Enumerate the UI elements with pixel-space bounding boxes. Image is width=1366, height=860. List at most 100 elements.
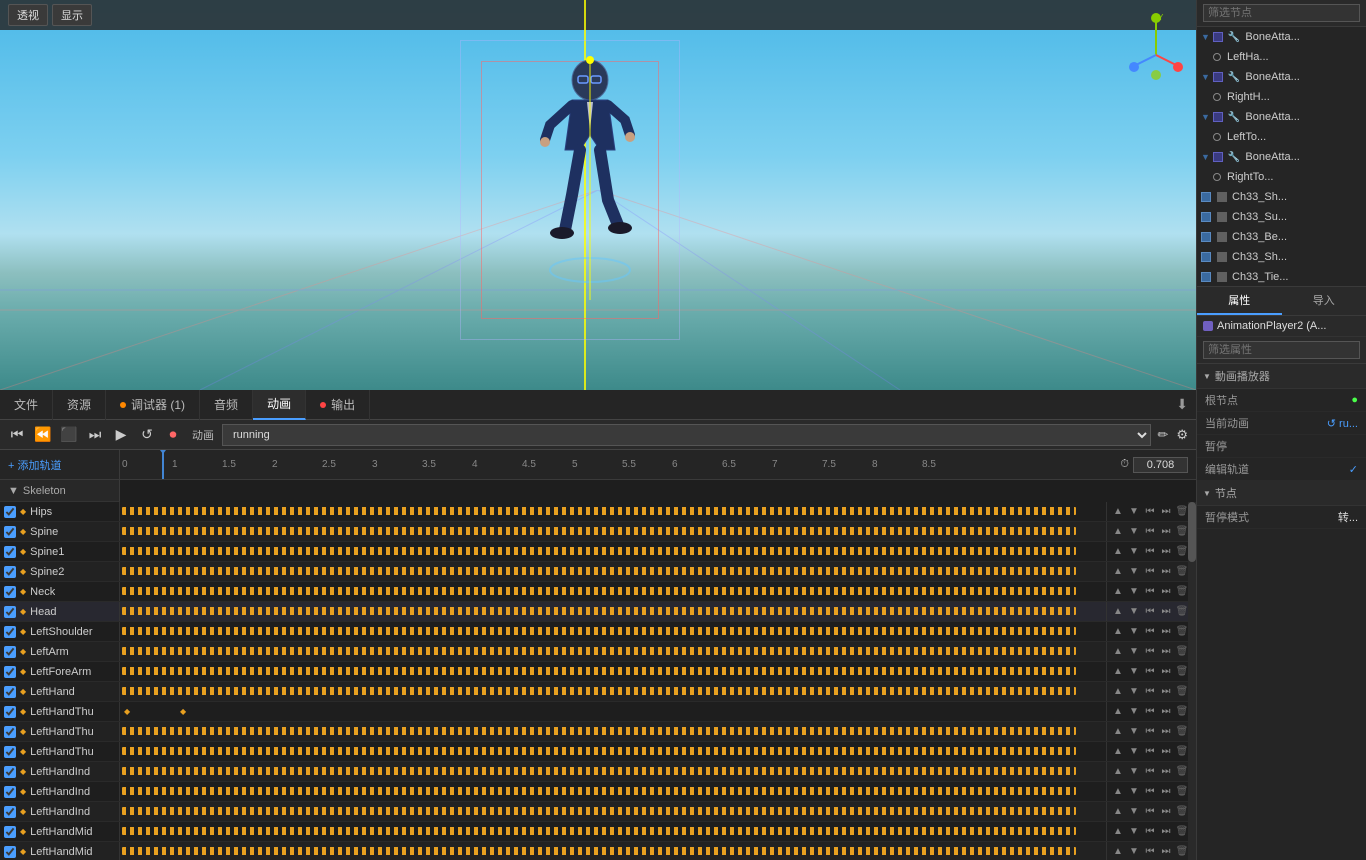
track-up-btn[interactable]: ▲ [1111,605,1125,619]
track-keyframes[interactable] [120,742,1106,761]
track-prev-key-btn[interactable]: ⏮ [1143,845,1157,859]
track-keyframes[interactable] [120,662,1106,681]
track-keyframes[interactable] [120,582,1106,601]
view-mode-button[interactable]: 透视 [8,4,48,26]
tab-animation[interactable]: 动画 [253,390,306,420]
play-button[interactable]: ▶ [110,424,132,446]
track-delete-btn[interactable]: 🗑 [1175,705,1189,719]
track-prev-key-btn[interactable]: ⏮ [1143,505,1157,519]
track-up-btn[interactable]: ▲ [1111,625,1125,639]
track-down-btn[interactable]: ▼ [1127,705,1141,719]
track-delete-btn[interactable]: 🗑 [1175,845,1189,859]
tree-item-boneatta-4[interactable]: ▼ 🔧 BoneAtta... [1197,147,1366,167]
track-up-btn[interactable]: ▲ [1111,705,1125,719]
track-checkbox[interactable] [4,826,16,838]
track-up-btn[interactable]: ▲ [1111,545,1125,559]
track-checkbox[interactable] [4,766,16,778]
playhead[interactable] [162,450,164,479]
track-next-key-btn[interactable]: ⏭ [1159,605,1173,619]
track-prev-key-btn[interactable]: ⏮ [1143,645,1157,659]
tab-audio[interactable]: 音频 [200,390,253,420]
track-checkbox[interactable] [4,806,16,818]
track-down-btn[interactable]: ▼ [1127,605,1141,619]
track-down-btn[interactable]: ▼ [1127,725,1141,739]
track-checkbox[interactable] [4,546,16,558]
track-next-key-btn[interactable]: ⏭ [1159,585,1173,599]
track-checkbox[interactable] [4,586,16,598]
track-checkbox[interactable] [4,626,16,638]
track-delete-btn[interactable]: 🗑 [1175,825,1189,839]
track-prev-key-btn[interactable]: ⏮ [1143,765,1157,779]
tree-item-leftha[interactable]: LeftHa... [1197,47,1366,67]
track-next-key-btn[interactable]: ⏭ [1159,545,1173,559]
track-up-btn[interactable]: ▲ [1111,785,1125,799]
track-next-key-btn[interactable]: ⏭ [1159,625,1173,639]
track-next-key-btn[interactable]: ⏭ [1159,505,1173,519]
track-delete-btn[interactable]: 🗑 [1175,565,1189,579]
track-delete-btn[interactable]: 🗑 [1175,605,1189,619]
track-next-key-btn[interactable]: ⏭ [1159,525,1173,539]
track-up-btn[interactable]: ▲ [1111,765,1125,779]
track-up-btn[interactable]: ▲ [1111,805,1125,819]
animation-select[interactable]: running [222,424,1151,446]
display-mode-button[interactable]: 显示 [52,4,92,26]
track-up-btn[interactable]: ▲ [1111,505,1125,519]
tree-item-ch33-sh2[interactable]: Ch33_Sh... [1197,247,1366,267]
track-prev-key-btn[interactable]: ⏮ [1143,565,1157,579]
track-down-btn[interactable]: ▼ [1127,765,1141,779]
track-checkbox[interactable] [4,686,16,698]
track-up-btn[interactable]: ▲ [1111,745,1125,759]
track-next-key-btn[interactable]: ⏭ [1159,845,1173,859]
track-prev-key-btn[interactable]: ⏮ [1143,625,1157,639]
track-up-btn[interactable]: ▲ [1111,525,1125,539]
track-up-btn[interactable]: ▲ [1111,845,1125,859]
track-up-btn[interactable]: ▲ [1111,565,1125,579]
track-delete-btn[interactable]: 🗑 [1175,785,1189,799]
track-down-btn[interactable]: ▼ [1127,625,1141,639]
section-anim-player-header[interactable]: ▼ 動画播放器 [1197,364,1366,389]
track-keyframes[interactable] [120,802,1106,821]
stop-button[interactable]: ⬛ [58,424,80,446]
track-prev-key-btn[interactable]: ⏮ [1143,605,1157,619]
track-up-btn[interactable]: ▲ [1111,665,1125,679]
track-delete-btn[interactable]: 🗑 [1175,545,1189,559]
track-delete-btn[interactable]: 🗑 [1175,505,1189,519]
section-node-header[interactable]: ▼ 节点 [1197,481,1366,506]
track-keyframes[interactable] [120,762,1106,781]
prev-frame-button[interactable]: ⏮ [6,424,28,446]
track-down-btn[interactable]: ▼ [1127,785,1141,799]
props-filter-input[interactable] [1203,341,1360,359]
track-keyframes[interactable] [120,602,1106,621]
tree-item-ch33-su[interactable]: Ch33_Su... [1197,207,1366,227]
track-delete-btn[interactable]: 🗑 [1175,725,1189,739]
track-down-btn[interactable]: ▼ [1127,525,1141,539]
track-up-btn[interactable]: ▲ [1111,685,1125,699]
track-checkbox[interactable] [4,746,16,758]
track-delete-btn[interactable]: 🗑 [1175,745,1189,759]
tree-item-ch33-sh[interactable]: Ch33_Sh... [1197,187,1366,207]
track-delete-btn[interactable]: 🗑 [1175,525,1189,539]
track-delete-btn[interactable]: 🗑 [1175,765,1189,779]
track-down-btn[interactable]: ▼ [1127,505,1141,519]
track-keyframes[interactable] [120,562,1106,581]
tab-output[interactable]: 输出 [306,390,370,420]
track-prev-key-btn[interactable]: ⏮ [1143,545,1157,559]
track-delete-btn[interactable]: 🗑 [1175,665,1189,679]
track-down-btn[interactable]: ▼ [1127,825,1141,839]
track-checkbox[interactable] [4,726,16,738]
track-keyframes[interactable]: ◆ ◆ [120,702,1106,721]
track-prev-key-btn[interactable]: ⏮ [1143,705,1157,719]
track-down-btn[interactable]: ▼ [1127,565,1141,579]
track-next-key-btn[interactable]: ⏭ [1159,565,1173,579]
time-input[interactable] [1133,457,1188,473]
track-up-btn[interactable]: ▲ [1111,585,1125,599]
track-keyframes[interactable] [120,782,1106,801]
track-next-key-btn[interactable]: ⏭ [1159,765,1173,779]
track-keyframes[interactable] [120,622,1106,641]
tree-item-rightto[interactable]: RightTo... [1197,167,1366,187]
anim-settings-button[interactable]: ⚙ [1174,425,1190,445]
tab-debugger[interactable]: 调试器 (1) [106,390,200,420]
track-up-btn[interactable]: ▲ [1111,645,1125,659]
track-next-key-btn[interactable]: ⏭ [1159,785,1173,799]
track-keyframes[interactable] [120,722,1106,741]
